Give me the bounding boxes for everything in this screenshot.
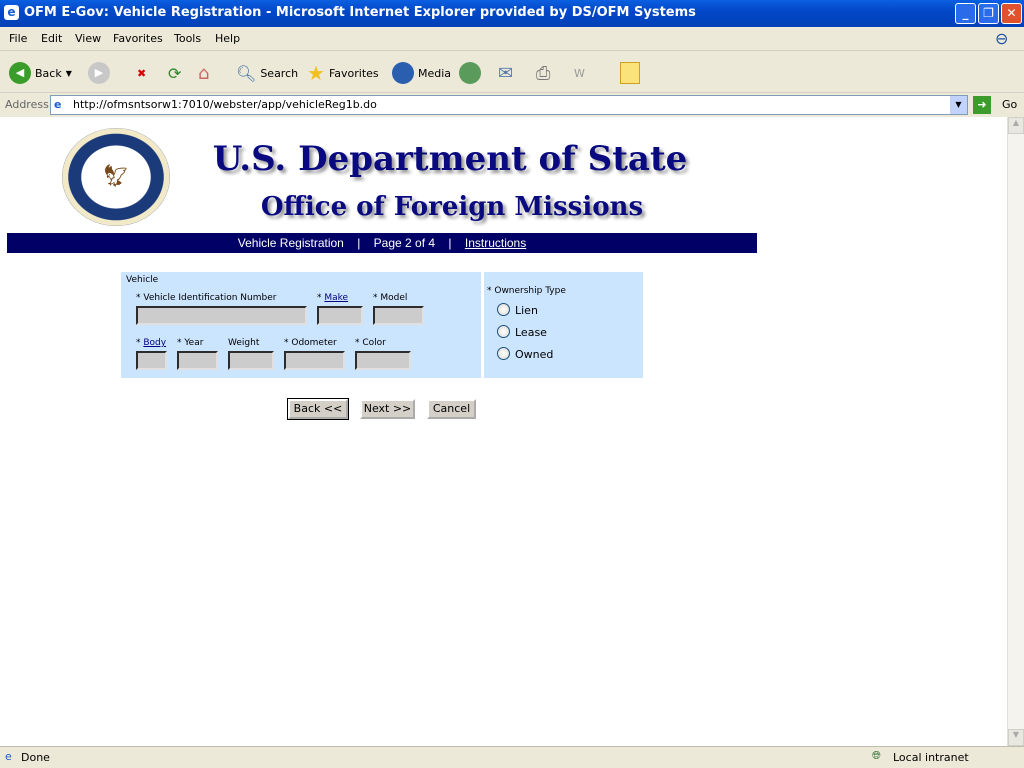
window-title: OFM E-Gov: Vehicle Registration - Micros… [24,5,696,20]
vin-label: * Vehicle Identification Number [136,293,277,303]
color-label: * Color [355,338,386,348]
page-icon: e [54,98,62,111]
go-arrow-icon[interactable]: ➜ [973,96,991,114]
mail-button[interactable]: ✉ [498,60,513,86]
windows-logo-icon: ⊖ [995,29,1009,48]
radio-label: Owned [515,348,554,361]
toolbar: ◀ Back ▼ ▶ ✖ ⟳ ⌂ 🔍︎ Search ★ Favorites Media… [0,52,1024,93]
vehicle-legend: Vehicle [126,275,159,285]
menu-view[interactable]: View [75,32,101,45]
back-arrow-icon: ◀ [9,62,31,84]
back-form-button[interactable]: Back << [287,398,349,420]
status-bar: e Done 🌐︎ Local intranet [0,746,1024,768]
maximize-button[interactable]: ❐ [978,3,999,24]
print-icon: ⎙ [536,62,551,84]
menu-edit[interactable]: Edit [41,32,62,45]
stop-button[interactable]: ✖ [137,60,146,86]
make-link[interactable]: Make [324,293,348,303]
year-label: * Year [177,338,204,348]
back-button[interactable]: ◀ Back ▼ [9,60,72,86]
address-input[interactable]: e http://ofmsntsorw1:7010/webster/app/ve… [50,95,968,115]
favorites-label: Favorites [328,66,379,80]
nav-section: Vehicle Registration [237,236,344,250]
menu-favorites[interactable]: Favorites [113,32,163,45]
body-input[interactable] [136,351,167,370]
menu-file[interactable]: File [9,32,27,45]
menu-bar: File Edit View Favorites Tools Help ⊖ [0,27,1024,51]
vertical-scrollbar[interactable]: ▲ ▼ [1007,117,1024,746]
nav-separator: | [357,236,361,250]
title-bar: e OFM E-Gov: Vehicle Registration - Micr… [0,0,1024,27]
odometer-label: * Odometer [284,338,337,348]
nav-separator: | [448,236,452,250]
vin-input[interactable] [136,306,307,325]
scroll-up-icon[interactable]: ▲ [1008,117,1024,134]
weight-input[interactable] [228,351,274,370]
nav-bar: Vehicle Registration | Page 2 of 4 | Ins… [7,233,757,253]
history-button[interactable] [459,60,481,86]
status-text: Done [21,751,50,764]
word-icon: W [574,66,585,80]
note-icon [620,62,640,84]
radio-lien[interactable] [497,303,510,316]
discuss-button[interactable] [620,60,640,86]
page-title: U.S. Department of State [212,139,688,179]
media-icon [392,62,414,84]
page-done-icon: e [5,750,12,763]
page-content: 🦅︎ U.S. Department of State Office of Fo… [0,117,1007,746]
next-button[interactable]: Next >> [360,399,415,419]
radio-owned[interactable] [497,347,510,360]
stop-icon: ✖ [137,66,147,80]
color-input[interactable] [355,351,411,370]
print-button[interactable]: ⎙ [536,60,550,86]
cancel-button[interactable]: Cancel [427,399,476,419]
odometer-input[interactable] [284,351,345,370]
security-zone: Local intranet [893,751,969,764]
star-icon: ★ [307,61,325,85]
minimize-button[interactable]: _ [955,3,976,24]
forward-button[interactable]: ▶ [88,60,110,86]
mail-icon: ✉ [498,62,514,84]
home-button[interactable]: ⌂ [198,60,209,86]
favorites-button[interactable]: ★ Favorites [307,60,379,86]
close-button[interactable]: ✕ [1001,3,1022,24]
search-button[interactable]: 🔍︎ Search [236,60,298,86]
make-input[interactable] [317,306,363,325]
refresh-button[interactable]: ⟳ [168,60,181,86]
refresh-icon: ⟳ [168,63,182,83]
model-input[interactable] [373,306,424,325]
go-label[interactable]: Go [1002,98,1017,111]
intranet-icon: 🌐︎ [872,749,881,762]
home-icon: ⌂ [198,62,210,84]
back-label: Back [35,66,62,80]
dropdown-icon[interactable]: ▼ [66,69,72,78]
address-label: Address [5,98,49,111]
page-subtitle: Office of Foreign Missions [260,192,644,222]
address-dropdown-icon[interactable]: ▼ [950,96,967,114]
radio-label: Lease [515,326,547,339]
address-url: http://ofmsntsorw1:7010/webster/app/vehi… [73,98,377,111]
page-indicator: Page 2 of 4 [373,236,436,250]
instructions-link[interactable]: Instructions [465,236,526,250]
search-icon: 🔍︎ [236,63,257,83]
radio-label: Lien [515,304,538,317]
menu-tools[interactable]: Tools [174,32,201,45]
history-icon [459,62,481,84]
scroll-down-icon[interactable]: ▼ [1008,729,1024,746]
edit-button[interactable]: W [574,60,585,86]
forward-arrow-icon: ▶ [88,62,110,84]
model-label: * Model [373,293,408,303]
media-button[interactable]: Media [392,60,451,86]
radio-lease[interactable] [497,325,510,338]
ie-icon: e [4,5,19,20]
search-label: Search [260,66,299,80]
ownership-label: * Ownership Type [487,286,566,296]
weight-label: Weight [228,338,260,348]
menu-help[interactable]: Help [215,32,240,45]
media-label: Media [418,66,452,80]
body-link[interactable]: Body [143,338,166,348]
year-input[interactable] [177,351,218,370]
